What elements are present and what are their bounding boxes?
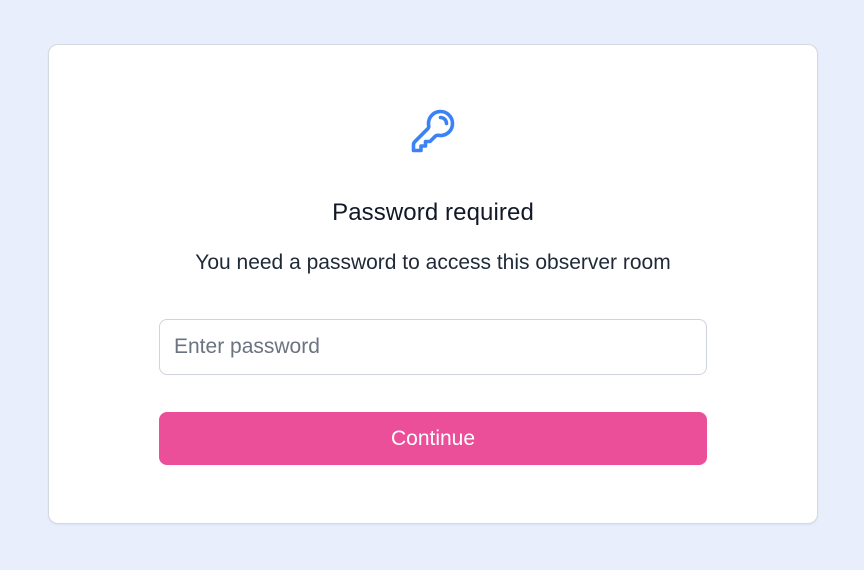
continue-button[interactable]: Continue xyxy=(159,412,707,465)
key-icon xyxy=(409,107,457,155)
dialog-subtitle: You need a password to access this obser… xyxy=(195,251,671,274)
dialog-title: Password required xyxy=(332,199,534,226)
password-dialog: Password required You need a password to… xyxy=(48,44,818,524)
password-input[interactable] xyxy=(159,319,707,375)
